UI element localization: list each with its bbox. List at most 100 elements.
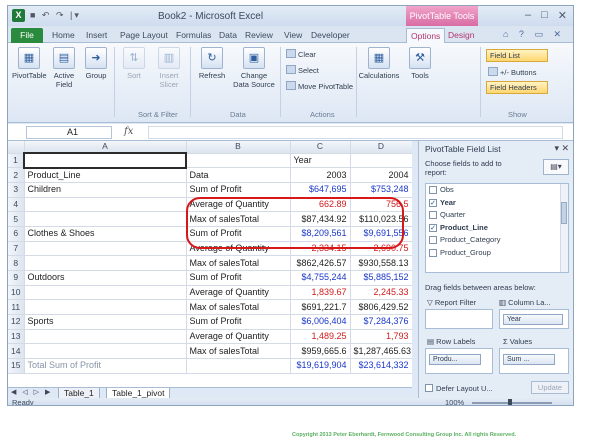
select-button[interactable]: Select (286, 65, 319, 75)
quick-access-toolbar[interactable]: ■ ↶ ↷ |▾ (30, 10, 81, 21)
column-field-chip[interactable]: Year (503, 314, 563, 325)
row-number[interactable]: 15 (8, 358, 25, 374)
minimize-button[interactable]: – (525, 9, 531, 22)
close-icon[interactable]: ▾ ✕ (554, 143, 569, 154)
defer-layout-update[interactable]: Defer Layout U... (425, 384, 493, 393)
field-item-product-category[interactable]: Product_Category (426, 234, 568, 247)
field-item-product-line[interactable]: ✓ Product_Line (426, 222, 568, 235)
row-field-header[interactable]: Product_Line (24, 167, 187, 183)
value-cell[interactable]: $6,006,404 (290, 314, 351, 330)
row-field-chip[interactable]: Produ... (429, 354, 481, 365)
insert-function-icon[interactable]: fx (124, 126, 133, 137)
grand-total-cell[interactable]: $19,619,904 (290, 358, 351, 374)
active-field-button[interactable]: ▤ Active Field (50, 47, 78, 89)
close-button[interactable]: ✕ (558, 9, 567, 22)
value-cell[interactable]: 2,245.33 (350, 285, 412, 301)
value-cell[interactable]: $4,755,244 (290, 270, 351, 286)
row-label[interactable] (24, 329, 187, 345)
value-cell[interactable]: 1,489.25 (290, 329, 351, 345)
update-button[interactable]: Update (531, 381, 569, 394)
tab-file[interactable]: File (11, 28, 43, 43)
row-number[interactable]: 1 (8, 153, 25, 169)
values-field-chip[interactable]: Sum ... (503, 354, 555, 365)
cell[interactable] (186, 358, 291, 374)
measure-label[interactable]: Average of Quantity (186, 285, 291, 301)
value-cell[interactable]: $647,695 (290, 182, 351, 198)
tab-home[interactable]: Home (52, 28, 75, 43)
tab-review[interactable]: Review (245, 28, 273, 43)
field-item-quarter[interactable]: Quarter (426, 209, 568, 222)
row-number[interactable]: 11 (8, 299, 25, 316)
checkbox-checked[interactable]: ✓ (429, 223, 437, 232)
name-box[interactable]: A1 (26, 126, 112, 139)
row-label[interactable] (24, 211, 187, 227)
cell-a1[interactable] (23, 152, 187, 169)
row-number[interactable]: 12 (8, 314, 25, 330)
refresh-button[interactable]: ↻ Refresh (194, 47, 230, 80)
insert-slicer-button[interactable]: ▥ Insert Slicer (152, 47, 186, 89)
row-number[interactable]: 7 (8, 241, 25, 257)
maximize-button[interactable]: □ (541, 9, 548, 22)
value-cell[interactable]: $753,248 (350, 182, 412, 198)
checkbox[interactable] (429, 248, 437, 257)
row-number[interactable]: 8 (8, 255, 25, 271)
row-number[interactable]: 10 (8, 285, 25, 301)
measure-label[interactable]: Max of salesTotal (186, 343, 291, 360)
checkbox[interactable] (429, 236, 437, 244)
field-list-toggle[interactable]: Field List (486, 49, 548, 62)
scrollbar-thumb[interactable] (561, 202, 567, 224)
field-item-year[interactable]: ✓ Year (426, 197, 568, 210)
worksheet-grid[interactable]: A B C D 1 Year 2 Product_Line Data 2003 2004 … (8, 141, 412, 387)
pivottable-button[interactable]: ▦ PivotTable (12, 47, 47, 80)
row-number[interactable]: 2 (8, 167, 25, 183)
row-label[interactable]: Clothes & Shoes (24, 226, 187, 242)
row-number[interactable]: 5 (8, 211, 25, 227)
column-header-d[interactable]: D (350, 141, 412, 154)
measure-label[interactable]: Max of salesTotal (186, 299, 291, 316)
checkbox[interactable] (429, 211, 437, 219)
tab-page-layout[interactable]: Page Layout (120, 28, 168, 43)
tab-developer[interactable]: Developer (311, 28, 350, 43)
measure-label[interactable]: Sum of Profit (186, 314, 291, 330)
sort-button[interactable]: ⇅ Sort (120, 47, 148, 80)
value-cell[interactable]: $959,665.6 (290, 343, 351, 360)
buttons-toggle[interactable]: +/- Buttons (488, 67, 536, 77)
tab-insert[interactable]: Insert (86, 28, 107, 43)
move-pivottable-button[interactable]: Move PivotTable (286, 81, 353, 91)
measure-label[interactable]: Sum of Profit (186, 270, 291, 286)
select-all-corner[interactable] (8, 141, 25, 154)
field-list-scrollbar[interactable] (560, 184, 568, 272)
value-cell[interactable]: $691,221.7 (290, 299, 351, 316)
value-cell[interactable]: 1,839.67 (290, 285, 351, 301)
field-headers-toggle[interactable]: Field Headers (486, 81, 548, 94)
row-number[interactable]: 13 (8, 329, 25, 345)
zoom-slider[interactable] (472, 402, 552, 404)
year-label[interactable]: 2004 (350, 167, 412, 183)
change-data-source-button[interactable]: ▣ Change Data Source (232, 47, 276, 89)
row-label[interactable]: Sports (24, 314, 187, 330)
checkbox[interactable] (429, 186, 437, 194)
measure-label[interactable]: Average of Quantity (186, 329, 291, 345)
year-column-field[interactable]: Year (290, 153, 351, 169)
value-cell[interactable]: $1,287,465.63 (350, 343, 412, 360)
row-label[interactable] (24, 255, 187, 271)
row-number[interactable]: 14 (8, 343, 25, 360)
row-label[interactable]: Children (24, 182, 187, 198)
cell[interactable] (350, 153, 412, 169)
tab-options[interactable]: Options (406, 28, 446, 43)
tab-data[interactable]: Data (219, 28, 237, 43)
field-item-obs[interactable]: Obs (426, 184, 568, 197)
checkbox-checked[interactable]: ✓ (429, 198, 437, 207)
row-label[interactable]: Outdoors (24, 270, 187, 286)
help-icons[interactable]: ⌂ ? ▭ ✕ (503, 29, 565, 40)
layout-options-button[interactable]: ▤▾ (543, 159, 569, 175)
checkbox[interactable] (425, 384, 433, 392)
measure-label[interactable]: Sum of Profit (186, 182, 291, 198)
tools-button[interactable]: ⚒ Tools (404, 47, 436, 80)
zoom-level[interactable]: 100% (445, 398, 464, 405)
grand-total-cell[interactable]: $23,614,332 (350, 358, 412, 374)
row-number[interactable]: 4 (8, 197, 25, 213)
excel-icon[interactable]: X (12, 9, 25, 22)
group-button[interactable]: ➜ Group (82, 47, 110, 80)
row-label[interactable] (24, 343, 187, 360)
